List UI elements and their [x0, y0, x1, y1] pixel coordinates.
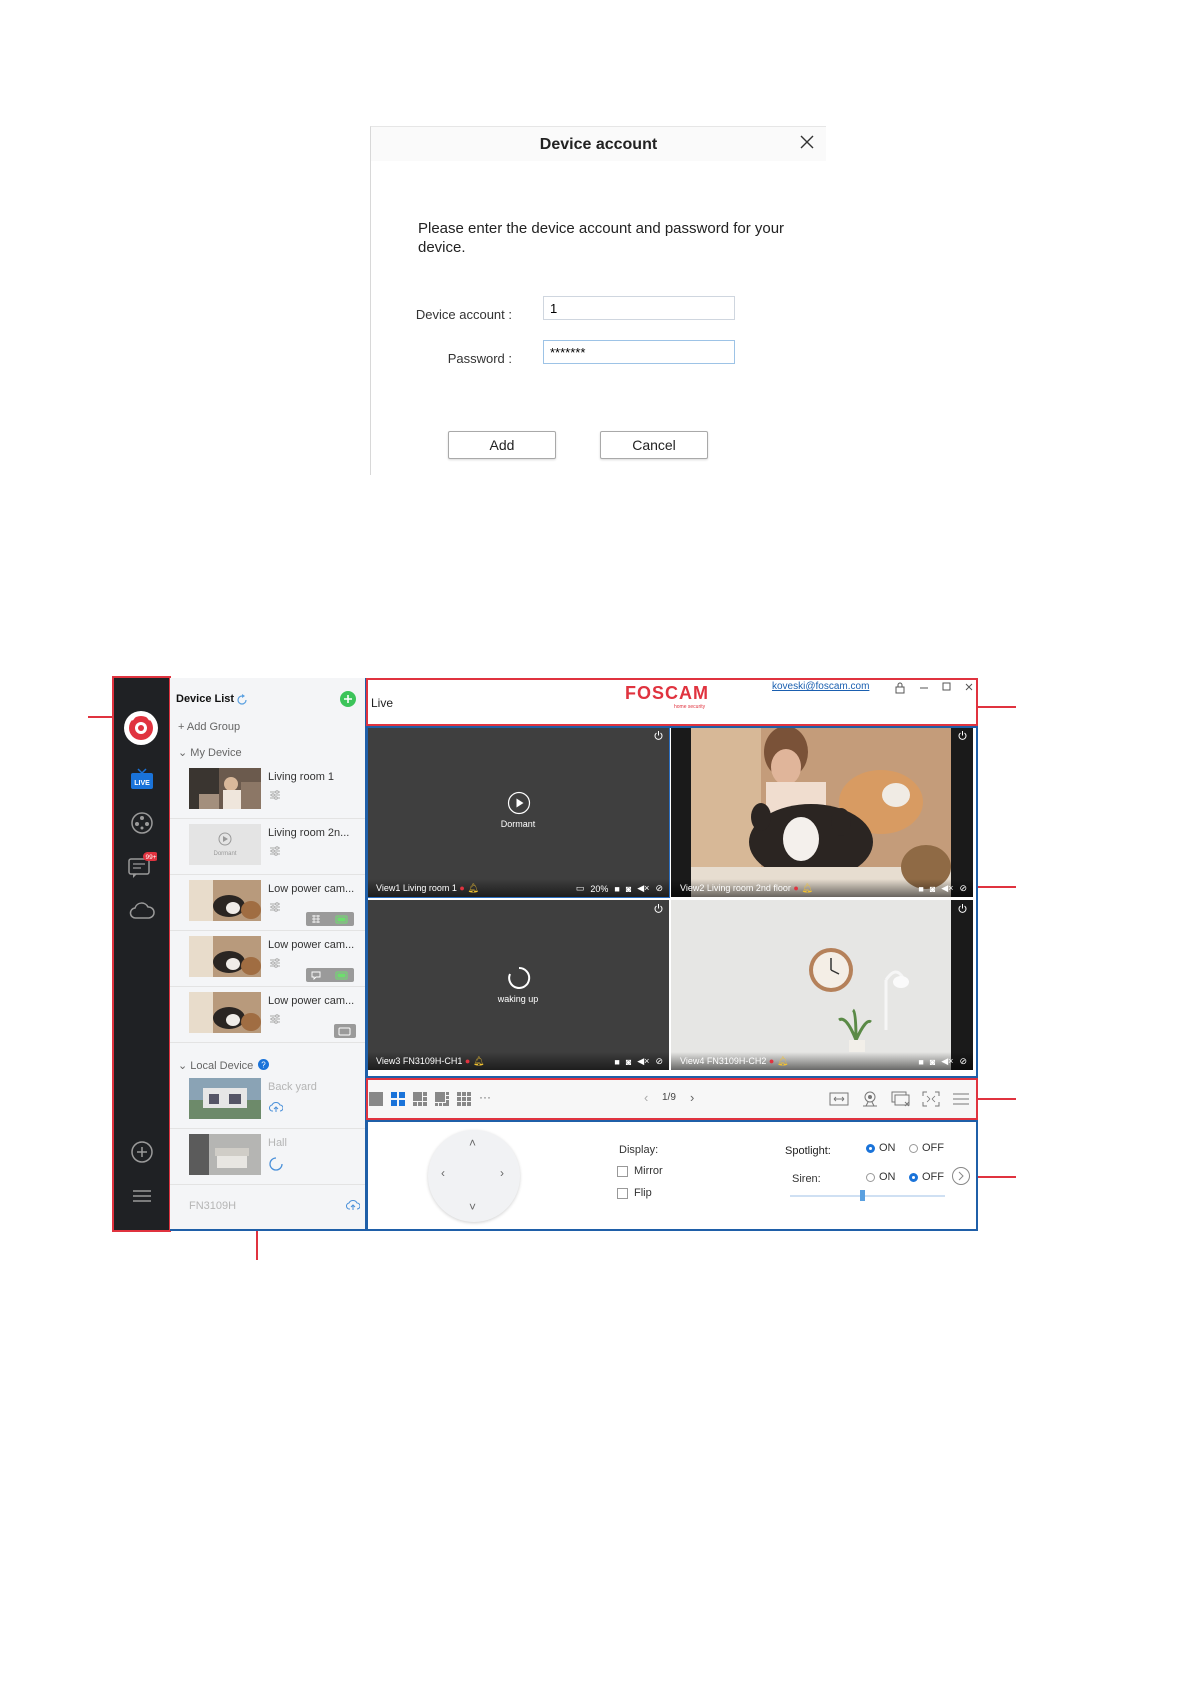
- callout-line-views: [978, 886, 1016, 888]
- device-thumbnail: [189, 1078, 261, 1119]
- device-name: Low power cam...: [268, 883, 355, 895]
- settings-sliders-icon[interactable]: [269, 1013, 281, 1025]
- callout-line-device-list: [256, 1231, 258, 1260]
- dialog-title: Device account: [539, 136, 658, 153]
- callout-line-controls: [978, 1176, 1016, 1178]
- local-device-label: Local Device: [190, 1060, 254, 1072]
- panel-bottom-border: [170, 1229, 365, 1231]
- device-name: Back yard: [268, 1081, 317, 1093]
- device-thumbnail: [189, 880, 261, 921]
- title-bar-highlight-frame: [366, 678, 978, 726]
- chevron-down-icon: ⌄: [178, 1060, 191, 1072]
- settings-sliders-icon[interactable]: [269, 789, 281, 801]
- device-account-label: Device account :: [415, 307, 512, 322]
- device-status-tags: [334, 1024, 356, 1038]
- settings-sliders-icon[interactable]: [269, 845, 281, 857]
- dialog-message: Please enter the device account and pass…: [418, 220, 785, 256]
- cloud-upload-icon[interactable]: [269, 1101, 283, 1113]
- device-thumbnail: [189, 768, 261, 809]
- thumbnail-dormant-text: Dormant: [213, 851, 237, 857]
- views-highlight-frame: [366, 726, 978, 1078]
- local-device-item[interactable]: Back yard: [170, 1072, 365, 1129]
- device-list-panel: Device List + Add Group ⌄ My Device Livi…: [170, 678, 365, 1230]
- settings-sliders-icon[interactable]: [269, 957, 281, 969]
- callout-line-titlebar: [978, 706, 1016, 708]
- plus-icon: +: [178, 721, 187, 733]
- device-status-tags: [306, 912, 354, 926]
- device-thumbnail: [189, 936, 261, 977]
- device-name: Low power cam...: [268, 939, 355, 951]
- add-group-link[interactable]: + Add Group: [178, 721, 240, 733]
- cancel-button[interactable]: Cancel: [600, 431, 708, 459]
- device-item[interactable]: Low power cam...: [170, 930, 365, 987]
- device-thumbnail: Dormant: [189, 824, 261, 865]
- callout-line-toolbar: [978, 1098, 1016, 1100]
- device-name: Hall: [268, 1137, 287, 1149]
- cloud-upload-icon[interactable]: [346, 1199, 360, 1211]
- help-icon[interactable]: ?: [258, 1059, 270, 1070]
- device-thumbnail: [189, 1134, 261, 1175]
- device-thumbnail: [189, 992, 261, 1033]
- callout-line-rail: [88, 716, 114, 718]
- add-group-label: Add Group: [186, 721, 241, 733]
- local-device-item[interactable]: Hall: [170, 1128, 365, 1185]
- device-status-tags: [306, 968, 354, 982]
- device-name: Living room 1: [268, 771, 335, 783]
- my-device-label: My Device: [190, 747, 242, 759]
- device-list-title: Device List: [176, 693, 235, 705]
- password-label: Password :: [447, 351, 512, 366]
- settings-sliders-icon[interactable]: [269, 901, 281, 913]
- controls-highlight-frame: [366, 1120, 978, 1231]
- chevron-down-icon: ⌄: [178, 747, 191, 759]
- device-item[interactable]: Dormant Living room 2n...: [170, 818, 365, 875]
- add-button[interactable]: Add: [448, 431, 556, 459]
- footer-device-name: FN3109H: [189, 1200, 237, 1212]
- add-group-plus-icon[interactable]: [340, 691, 356, 707]
- device-name: Living room 2n...: [268, 827, 350, 839]
- device-item[interactable]: Low power cam...: [170, 986, 365, 1043]
- svg-text:?: ?: [262, 1061, 267, 1070]
- device-name: Low power cam...: [268, 995, 355, 1007]
- device-item[interactable]: Living room 1: [170, 762, 365, 819]
- device-account-dialog: Device account Please enter the device a…: [370, 126, 826, 475]
- device-account-field[interactable]: [543, 296, 735, 320]
- local-device-group[interactable]: ⌄ Local Device ?: [178, 1059, 270, 1072]
- my-device-group[interactable]: ⌄ My Device: [178, 746, 242, 759]
- password-field[interactable]: [543, 340, 735, 364]
- dialog-header: Device account: [371, 127, 826, 161]
- refresh-icon[interactable]: [236, 693, 248, 705]
- close-icon[interactable]: [796, 131, 818, 153]
- rail-highlight-frame: [112, 676, 171, 1232]
- device-item[interactable]: Low power cam...: [170, 874, 365, 931]
- loading-spinner-icon: [269, 1157, 283, 1171]
- toolbar-highlight-frame: [366, 1078, 978, 1120]
